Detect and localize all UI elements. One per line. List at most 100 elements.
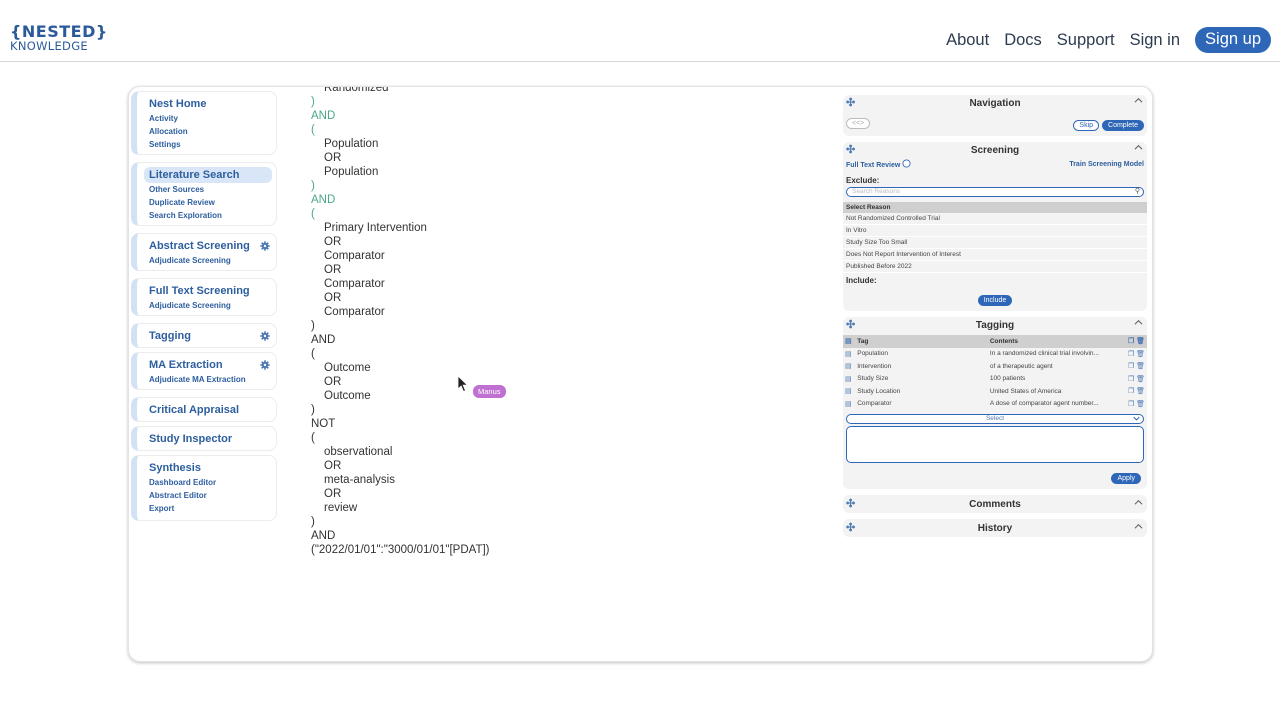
copy-icon[interactable]: ❐: [1128, 388, 1134, 395]
query-line: AND: [311, 110, 336, 122]
sidebar-item-adjudicate-screening[interactable]: Adjudicate Screening: [149, 254, 276, 267]
sidebar-item-tagging[interactable]: Tagging: [149, 328, 276, 344]
navigation-header[interactable]: ✣ Navigation: [843, 95, 1147, 111]
gear-icon[interactable]: [260, 241, 270, 251]
sidebar-item-synthesis[interactable]: Synthesis: [149, 460, 276, 476]
sidebar-item-full-text-screening[interactable]: Full Text Screening: [149, 283, 276, 299]
back-button[interactable]: <<>: [846, 117, 871, 129]
tag-select-dropdown[interactable]: Select: [846, 414, 1144, 424]
sidebar-item-duplicate-review[interactable]: Duplicate Review: [149, 196, 276, 209]
sidebar-item-adjudicate-full-text[interactable]: Adjudicate Screening: [149, 299, 276, 312]
gear-icon[interactable]: [260, 360, 270, 370]
copy-icon[interactable]: ❐: [1128, 401, 1134, 408]
drag-handle-icon[interactable]: ✣: [846, 521, 855, 534]
tag-contents-textarea[interactable]: [846, 426, 1144, 463]
copy-icon[interactable]: ❐: [1128, 351, 1134, 358]
tagging-header[interactable]: ✣ Tagging: [843, 317, 1147, 333]
table-row[interactable]: ▤ Intervention of a therapeutic agent ❐ …: [843, 360, 1147, 373]
copy-icon[interactable]: ❐: [1128, 338, 1134, 345]
sidebar-item-other-sources[interactable]: Other Sources: [149, 183, 276, 196]
reason-item[interactable]: In Vitro: [843, 225, 1147, 237]
navigation-controls: <<> Skip Complete: [843, 111, 1147, 136]
chevron-up-icon[interactable]: [1134, 498, 1143, 507]
query-line: OR: [324, 292, 342, 304]
drag-handle-icon[interactable]: ✣: [846, 143, 855, 156]
nav-support[interactable]: Support: [1057, 31, 1115, 50]
screening-header[interactable]: ✣ Screening: [843, 142, 1147, 158]
document-icon: ▤: [845, 388, 852, 396]
sidebar-item-nest-home[interactable]: Nest Home: [149, 96, 276, 112]
reason-item[interactable]: Published Before 2022: [843, 261, 1147, 273]
trash-icon[interactable]: 🗑: [1136, 376, 1145, 383]
drag-handle-icon[interactable]: ✣: [846, 497, 855, 510]
checkbox[interactable]: [902, 159, 911, 168]
document-icon[interactable]: ▤: [845, 338, 852, 345]
chevron-up-icon[interactable]: [1134, 96, 1143, 105]
train-screening-model-link[interactable]: Train Screening Model: [1069, 161, 1144, 168]
reason-item[interactable]: Study Size Too Small: [843, 237, 1147, 249]
column-tag: Tag: [855, 335, 988, 348]
nav-about[interactable]: About: [946, 31, 989, 50]
query-line: Outcome: [324, 362, 371, 374]
query-line: OR: [324, 152, 342, 164]
query-line: Comparator: [324, 250, 385, 262]
query-line: ): [311, 404, 315, 416]
sidebar-item-abstract-screening[interactable]: Abstract Screening: [149, 238, 276, 254]
sidebar-group-study-inspector: Study Inspector: [131, 426, 277, 451]
chevron-up-icon[interactable]: [1134, 318, 1143, 327]
history-section: ✣ History: [843, 519, 1147, 537]
full-text-review-toggle[interactable]: Full Text Review: [846, 159, 911, 169]
chevron-up-icon[interactable]: [1134, 143, 1143, 152]
sidebar-item-settings[interactable]: Settings: [149, 138, 276, 151]
sign-up-button[interactable]: Sign up: [1195, 27, 1271, 53]
skip-button[interactable]: Skip: [1073, 120, 1100, 131]
sidebar-group-literature-search: Literature Search Other Sources Duplicat…: [131, 162, 277, 226]
comments-header[interactable]: ✣ Comments: [843, 495, 1147, 513]
table-row[interactable]: ▤ Comparator A dose of comparator agent …: [843, 397, 1147, 410]
trash-icon[interactable]: 🗑: [1136, 338, 1145, 345]
search-reasons-input[interactable]: Search Reasons ⚲: [846, 187, 1144, 197]
sidebar-item-allocation[interactable]: Allocation: [149, 125, 276, 138]
trash-icon[interactable]: 🗑: [1136, 401, 1145, 408]
table-row[interactable]: ▤ Study Location United States of Americ…: [843, 385, 1147, 398]
search-icon: ⚲: [1134, 188, 1140, 195]
complete-button[interactable]: Complete: [1102, 120, 1144, 131]
reason-item[interactable]: Not Randomized Controlled Trial: [843, 213, 1147, 225]
trash-icon[interactable]: 🗑: [1136, 388, 1145, 395]
drag-handle-icon[interactable]: ✣: [846, 318, 855, 331]
sidebar-item-adjudicate-ma-extraction[interactable]: Adjudicate MA Extraction: [149, 373, 276, 386]
query-line: ): [311, 96, 315, 108]
copy-icon[interactable]: ❐: [1128, 363, 1134, 370]
chevron-up-icon[interactable]: [1134, 522, 1143, 531]
sidebar-group-synthesis: Synthesis Dashboard Editor Abstract Edit…: [131, 455, 277, 521]
include-label: Include:: [846, 276, 877, 285]
logo-line2: KNOWLEDGE: [10, 39, 88, 53]
nav-sign-in[interactable]: Sign in: [1130, 31, 1180, 50]
table-row[interactable]: ▤ Population In a randomized clinical tr…: [843, 347, 1147, 360]
copy-icon[interactable]: ❐: [1128, 376, 1134, 383]
nav-docs[interactable]: Docs: [1004, 31, 1042, 50]
sidebar-item-critical-appraisal[interactable]: Critical Appraisal: [149, 402, 276, 418]
exclude-label: Exclude:: [846, 176, 880, 185]
apply-button[interactable]: Apply: [1111, 473, 1141, 484]
table-row[interactable]: ▤ Study Size 100 patients ❐ 🗑: [843, 372, 1147, 385]
sidebar-item-activity[interactable]: Activity: [149, 112, 276, 125]
sidebar-item-ma-extraction[interactable]: MA Extraction: [149, 357, 276, 373]
reason-item[interactable]: Does Not Report Intervention of Interest: [843, 249, 1147, 261]
sidebar-item-abstract-editor[interactable]: Abstract Editor: [149, 489, 276, 502]
drag-handle-icon[interactable]: ✣: [846, 96, 855, 109]
sidebar-item-search-exploration[interactable]: Search Exploration: [149, 209, 276, 222]
trash-icon[interactable]: 🗑: [1136, 351, 1145, 358]
query-line: Primary Intervention: [324, 222, 427, 234]
history-header[interactable]: ✣ History: [843, 519, 1147, 537]
include-button[interactable]: Include: [977, 295, 1013, 306]
nested-knowledge-logo[interactable]: {NESTED} KNOWLEDGE: [10, 24, 108, 53]
sidebar-item-literature-search[interactable]: Literature Search: [144, 167, 272, 183]
gear-icon[interactable]: [260, 331, 270, 341]
sidebar-item-dashboard-editor[interactable]: Dashboard Editor: [149, 476, 276, 489]
trash-icon[interactable]: 🗑: [1136, 363, 1145, 370]
sidebar-item-export[interactable]: Export: [149, 502, 276, 515]
sidebar-item-study-inspector[interactable]: Study Inspector: [149, 431, 276, 447]
main-card: Nest Home Activity Allocation Settings L…: [128, 86, 1153, 662]
query-line: Comparator: [324, 306, 385, 318]
